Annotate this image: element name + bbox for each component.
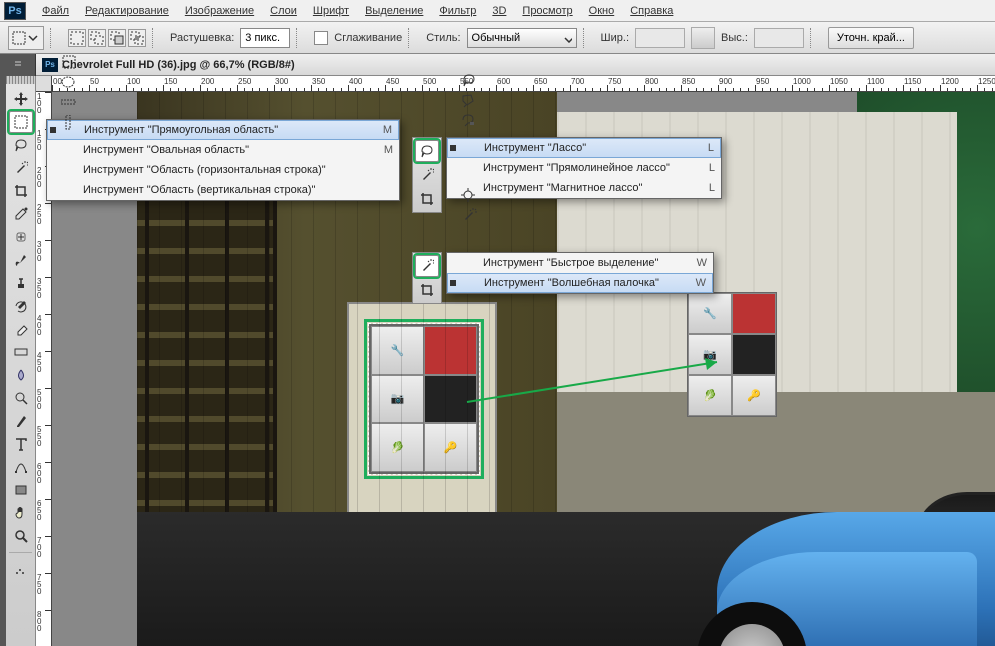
style-select[interactable]: Обычный [467,28,577,48]
heal-tool[interactable] [9,226,33,248]
flyout-item-label: Инструмент "Прямолинейное лассо" [483,162,695,174]
menu-filter[interactable]: Фильтр [431,3,484,19]
feather-label: Растушевка: [170,32,234,44]
wand-tool-hl[interactable] [415,255,439,277]
flyout-item-polylasso[interactable]: Инструмент "Прямолинейное лассо" L [447,158,721,178]
menu-select[interactable]: Выделение [357,3,431,19]
flyout-shortcut: M [378,124,392,136]
shape-tool[interactable] [9,479,33,501]
menu-file[interactable]: Файл [34,3,77,19]
flyout-item-label: Инструмент "Область (вертикальная строка… [83,184,373,196]
marquee-flyout: Инструмент "Прямоугольная область" M Инс… [46,119,400,201]
eraser-tool[interactable] [9,318,33,340]
document-icon: Ps [42,58,58,72]
flyout-item-col-marquee[interactable]: Инструмент "Область (вертикальная строка… [47,180,399,200]
wand-flyout: Инструмент "Быстрое выделение" W Инструм… [446,252,714,294]
options-bar: Растушевка: Сглаживание Стиль: Обычный Ш… [0,22,995,54]
dodge-tool[interactable] [9,387,33,409]
antialias-checkbox[interactable] [314,31,328,45]
flyout-item-rect-marquee[interactable]: Инструмент "Прямоугольная область" M [47,120,399,140]
wand-tool-mini[interactable] [415,164,439,186]
app-logo: Ps [4,2,26,20]
menu-type[interactable]: Шрифт [305,3,357,19]
brush-tool[interactable] [9,249,33,271]
marquee-tool[interactable] [9,111,33,133]
flyout-item-label: Инструмент "Область (горизонтальная стро… [83,164,373,176]
flyout-item-label: Инструмент "Магнитное лассо" [483,182,695,194]
eyedropper-tool[interactable] [9,203,33,225]
selection-mode-group [68,29,146,47]
flyout-item-quick-select[interactable]: Инструмент "Быстрое выделение" W [447,253,713,273]
swap-dimensions-button[interactable] [691,27,715,49]
more-tools[interactable] [9,559,33,581]
crop-tool[interactable] [9,180,33,202]
menu-edit[interactable]: Редактирование [77,3,177,19]
toolbox [6,76,36,646]
menu-window[interactable]: Окно [581,3,623,19]
flyout-shortcut: W [693,257,707,269]
flyout-shortcut: L [701,162,715,174]
feather-input[interactable] [240,28,290,48]
selection-new-icon[interactable] [68,29,86,47]
wand-mini-toolbox [412,252,442,304]
wand-tool[interactable] [9,157,33,179]
selection-intersect-icon[interactable] [128,29,146,47]
flyout-item-lasso[interactable]: Инструмент "Лассо" L [447,138,721,158]
lasso-tool[interactable] [9,134,33,156]
panel-collapse-icon[interactable] [0,54,36,76]
lasso-flyout: Инструмент "Лассо" L Инструмент "Прямоли… [446,137,722,199]
style-label: Стиль: [426,32,460,44]
move-arrow [467,352,747,412]
menu-image[interactable]: Изображение [177,3,262,19]
menubar: Ps Файл Редактирование Изображение Слои … [0,0,995,22]
menu-layers[interactable]: Слои [262,3,305,19]
gradient-tool[interactable] [9,341,33,363]
flyout-item-label: Инструмент "Овальная область" [83,144,373,156]
flyout-item-magic-wand[interactable]: Инструмент "Волшебная палочка" W [447,273,713,293]
history-brush-tool[interactable] [9,295,33,317]
pen-tool[interactable] [9,410,33,432]
car [657,452,995,646]
style-value: Обычный [472,32,521,44]
current-tool-preview[interactable] [8,26,44,50]
document-title: Chevrolet Full HD (36).jpg @ 66,7% (RGB/… [62,59,295,71]
menu-help[interactable]: Справка [622,3,681,19]
flyout-item-ellipse-marquee[interactable]: Инструмент "Овальная область" M [47,140,399,160]
width-input [635,28,685,48]
flyout-item-row-marquee[interactable]: Инструмент "Область (горизонтальная стро… [47,160,399,180]
selection-add-icon[interactable] [88,29,106,47]
crop-tool-mini[interactable] [415,188,439,210]
path-tool[interactable] [9,456,33,478]
ruler-origin[interactable] [36,76,52,92]
antialias-label: Сглаживание [334,32,402,44]
hand-tool[interactable] [9,502,33,524]
stamp-tool[interactable] [9,272,33,294]
flyout-shortcut: L [701,182,715,194]
refine-edge-button[interactable]: Уточн. край... [828,27,914,49]
menu-view[interactable]: Просмотр [514,3,580,19]
move-tool[interactable] [9,88,33,110]
width-label: Шир.: [601,32,629,44]
flyout-item-label: Инструмент "Быстрое выделение" [483,257,687,269]
flyout-item-label: Инструмент "Прямоугольная область" [84,124,372,136]
zoom-tool[interactable] [9,525,33,547]
flyout-item-label: Инструмент "Лассо" [484,142,694,154]
flyout-shortcut: W [692,277,706,289]
ruler-horizontal[interactable]: 0050100150200250300350400450500550600650… [52,76,995,92]
flyout-item-maglasso[interactable]: Инструмент "Магнитное лассо" L [447,178,721,198]
lasso-tool-hl[interactable] [415,140,439,162]
flyout-shortcut: L [700,142,714,154]
text-tool[interactable] [9,433,33,455]
document-tab[interactable]: Ps Chevrolet Full HD (36).jpg @ 66,7% (R… [36,54,995,76]
blur-tool[interactable] [9,364,33,386]
flyout-shortcut: M [379,144,393,156]
lasso-mini-toolbox [412,137,442,213]
crop-tool-mini2[interactable] [415,279,439,301]
height-input [754,28,804,48]
selection-subtract-icon[interactable] [108,29,126,47]
height-label: Выс.: [721,32,748,44]
menu-3d[interactable]: 3D [484,3,514,19]
flyout-item-label: Инструмент "Волшебная палочка" [484,277,686,289]
